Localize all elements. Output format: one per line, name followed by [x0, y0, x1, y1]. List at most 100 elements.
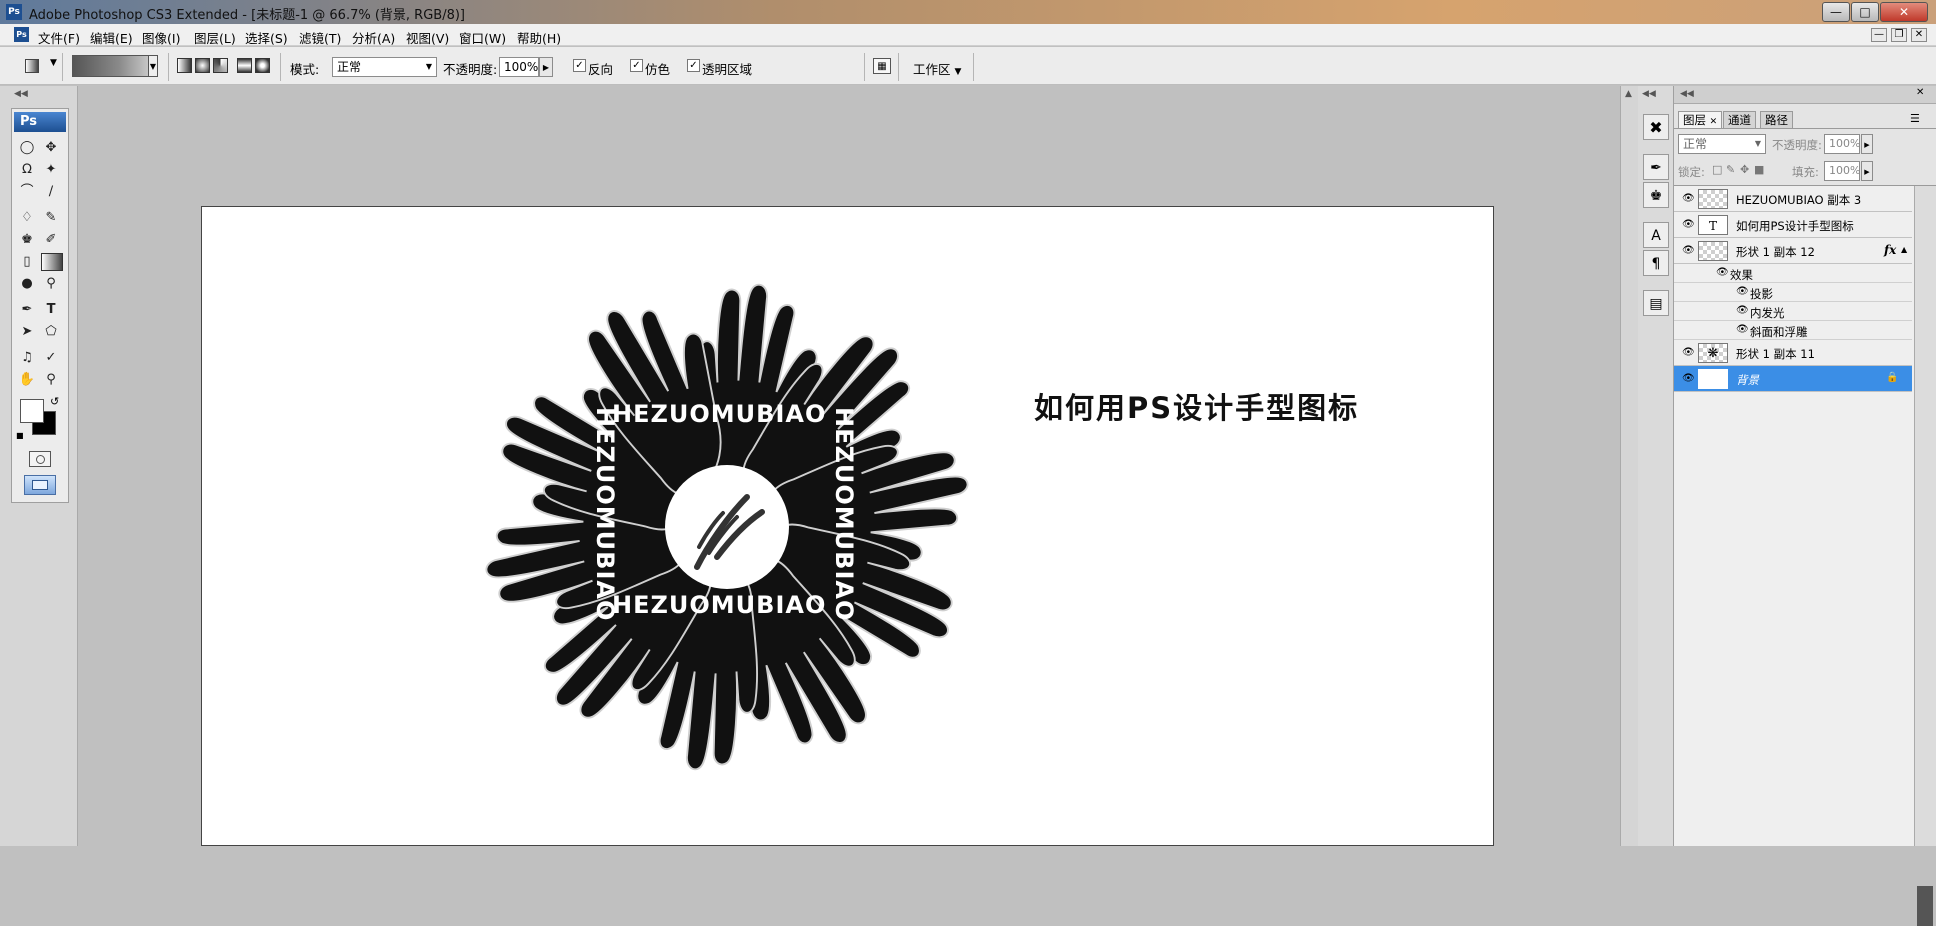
- vertical-scrollbar[interactable]: ▲: [1620, 86, 1638, 846]
- clone-source-panel-icon[interactable]: ♚: [1643, 182, 1669, 208]
- visibility-eye-icon[interactable]: 👁: [1736, 306, 1749, 316]
- document-canvas[interactable]: HEZUOMUBIAO HEZUOMUBIAO HEZUOMUBIAO HEZU…: [201, 206, 1494, 846]
- doc-close-button[interactable]: ✕: [1911, 28, 1927, 42]
- chevron-up-icon[interactable]: ▲: [1625, 89, 1632, 99]
- eyedropper-tool-icon[interactable]: ✓: [41, 349, 61, 367]
- layer-opacity-slider-button[interactable]: ▶: [1861, 134, 1873, 154]
- panel-menu-icon[interactable]: ☰: [1910, 112, 1920, 125]
- layer-row[interactable]: 👁 HEZUOMUBIAO 副本 3: [1674, 186, 1912, 212]
- tools-panel-icon[interactable]: ✖: [1643, 114, 1669, 140]
- type-tool-icon[interactable]: T: [41, 301, 61, 319]
- visibility-eye-icon[interactable]: 👁: [1682, 220, 1695, 230]
- reverse-checkbox[interactable]: ✓: [573, 59, 586, 72]
- character-panel-icon[interactable]: A: [1643, 222, 1669, 248]
- tab-paths[interactable]: 路径: [1760, 111, 1793, 128]
- move-tool-icon[interactable]: ✥: [41, 139, 61, 157]
- visibility-eye-icon[interactable]: 👁: [1682, 374, 1695, 384]
- pen-tool-icon[interactable]: ✒: [17, 301, 37, 319]
- menu-view[interactable]: 视图(V): [406, 28, 449, 47]
- layer-blend-mode-select[interactable]: 正常 ▼: [1678, 134, 1766, 154]
- collapse-icon[interactable]: ◀◀: [1642, 89, 1656, 99]
- screen-mode-button[interactable]: [24, 475, 56, 495]
- crop-tool-icon[interactable]: ⌒: [17, 183, 37, 201]
- brushes-panel-icon[interactable]: ✒: [1643, 154, 1669, 180]
- lasso-tool-icon[interactable]: Ω: [17, 161, 37, 179]
- effect-row[interactable]: 👁 投影: [1674, 283, 1912, 302]
- layer-row[interactable]: 👁 形状 1 副本 12 fx ▲: [1674, 238, 1912, 264]
- quick-mask-button[interactable]: [29, 451, 51, 467]
- collapse-icon[interactable]: ◀◀: [1680, 89, 1694, 99]
- marquee-tool-icon[interactable]: ◯: [17, 139, 37, 157]
- gradient-picker[interactable]: [72, 55, 158, 77]
- visibility-eye-icon[interactable]: 👁: [1682, 246, 1695, 256]
- menu-file[interactable]: 文件(F): [38, 28, 80, 47]
- layers-scrollbar[interactable]: [1914, 186, 1936, 926]
- gradient-tool-icon[interactable]: [41, 253, 63, 271]
- blur-tool-icon[interactable]: ●: [17, 275, 37, 293]
- hand-tool-icon[interactable]: ✋: [17, 371, 37, 389]
- menu-help[interactable]: 帮助(H): [517, 28, 561, 47]
- swap-colors-icon[interactable]: ↺: [50, 395, 59, 408]
- visibility-eye-icon[interactable]: 👁: [1736, 287, 1749, 297]
- layer-row[interactable]: 👁 ❋ 形状 1 副本 11: [1674, 340, 1912, 366]
- close-button[interactable]: ✕: [1880, 2, 1928, 22]
- opacity-slider-button[interactable]: ▶: [539, 57, 553, 77]
- reflected-gradient-button[interactable]: [237, 58, 252, 73]
- effects-row[interactable]: 👁 效果: [1674, 264, 1912, 283]
- shape-tool-icon[interactable]: ⬠: [41, 323, 61, 341]
- effect-row[interactable]: 👁 内发光: [1674, 302, 1912, 321]
- workspace-button[interactable]: 工作区 ▼: [913, 59, 961, 78]
- zoom-tool-icon[interactable]: ⚲: [41, 371, 61, 389]
- healing-brush-tool-icon[interactable]: ♢: [17, 209, 37, 227]
- scroll-thumb[interactable]: [1917, 886, 1933, 926]
- lock-transparency-icon[interactable]: □: [1712, 163, 1722, 176]
- minimize-button[interactable]: —: [1822, 2, 1850, 22]
- visibility-eye-icon[interactable]: 👁: [1682, 348, 1695, 358]
- angle-gradient-button[interactable]: [213, 58, 228, 73]
- gradient-dropdown-button[interactable]: ▼: [148, 55, 158, 77]
- chevron-up-icon[interactable]: ▲: [1901, 245, 1907, 254]
- document-icon[interactable]: Ps: [14, 27, 29, 42]
- close-icon[interactable]: ✕: [1710, 117, 1718, 127]
- layer-row[interactable]: 👁 T 如何用PS设计手型图标: [1674, 212, 1912, 238]
- doc-restore-button[interactable]: ❐: [1891, 28, 1907, 42]
- tab-channels[interactable]: 通道: [1723, 111, 1756, 128]
- menu-window[interactable]: 窗口(W): [459, 28, 506, 47]
- visibility-eye-icon[interactable]: 👁: [1716, 268, 1729, 278]
- fx-badge-icon[interactable]: fx: [1884, 243, 1896, 257]
- opacity-input[interactable]: 100%: [499, 57, 539, 77]
- lock-position-icon[interactable]: ✥: [1740, 163, 1749, 176]
- tab-layers[interactable]: 图层 ✕: [1678, 111, 1723, 128]
- brush-tool-icon[interactable]: ✎: [41, 209, 61, 227]
- radial-gradient-button[interactable]: [195, 58, 210, 73]
- mode-select[interactable]: 正常 ▼: [332, 57, 437, 77]
- maximize-button[interactable]: □: [1851, 2, 1879, 22]
- path-selection-tool-icon[interactable]: ➤: [17, 323, 37, 341]
- lock-image-icon[interactable]: ✎: [1726, 163, 1735, 176]
- layer-opacity-input[interactable]: 100%: [1824, 134, 1860, 154]
- menu-analysis[interactable]: 分析(A): [352, 28, 395, 47]
- lock-all-icon[interactable]: ■: [1754, 163, 1764, 176]
- doc-minimize-button[interactable]: —: [1871, 28, 1887, 42]
- visibility-eye-icon[interactable]: 👁: [1682, 194, 1695, 204]
- bridge-button[interactable]: ▦: [873, 58, 891, 74]
- stamp-tool-icon[interactable]: ♚: [17, 231, 37, 249]
- history-brush-tool-icon[interactable]: ✐: [41, 231, 61, 249]
- menu-select[interactable]: 选择(S): [245, 28, 288, 47]
- notes-tool-icon[interactable]: ♫: [17, 349, 37, 367]
- dither-checkbox[interactable]: ✓: [630, 59, 643, 72]
- fill-slider-button[interactable]: ▶: [1861, 161, 1873, 181]
- slice-tool-icon[interactable]: ∕: [41, 183, 61, 201]
- menu-filter[interactable]: 滤镜(T): [299, 28, 341, 47]
- effect-row[interactable]: 👁 斜面和浮雕: [1674, 321, 1912, 340]
- dodge-tool-icon[interactable]: ⚲: [41, 275, 61, 293]
- eraser-tool-icon[interactable]: ▯: [17, 253, 37, 271]
- diamond-gradient-button[interactable]: [255, 58, 270, 73]
- magic-wand-tool-icon[interactable]: ✦: [41, 161, 61, 179]
- transparency-checkbox[interactable]: ✓: [687, 59, 700, 72]
- menu-layer[interactable]: 图层(L): [194, 28, 236, 47]
- default-colors-icon[interactable]: ■: [16, 431, 24, 440]
- panel-close-icon[interactable]: ✕: [1916, 87, 1924, 98]
- menu-edit[interactable]: 编辑(E): [90, 28, 133, 47]
- tool-preset-picker[interactable]: ▼: [23, 56, 57, 76]
